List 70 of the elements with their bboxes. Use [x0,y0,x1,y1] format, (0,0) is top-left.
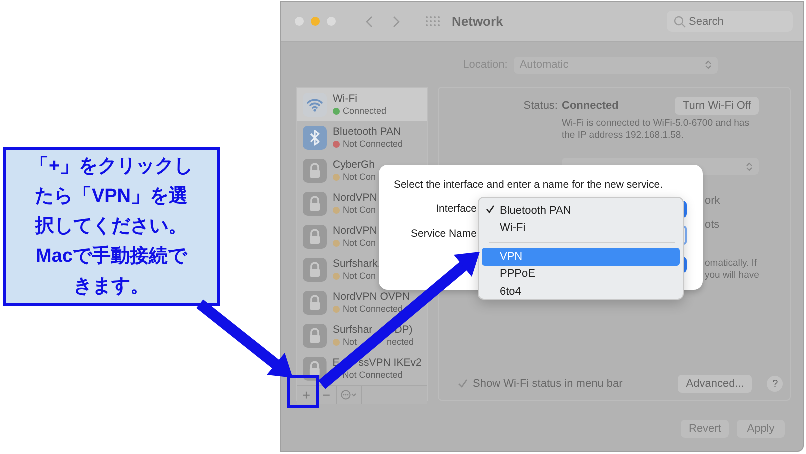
advanced-button[interactable]: Advanced... [678,375,752,393]
status-text: Not Connected [343,139,404,149]
lock-icon [303,324,327,348]
sidebar-item[interactable]: Surfshark. Not Con [297,253,427,286]
status-description: Wi-Fi is connected to WiFi-5.0-6700 and has [562,118,750,130]
status-value: Connected [562,100,619,112]
status-description: the IP address 192.168.1.58. [562,130,685,142]
service-name: Bluetooth PAN [333,126,402,138]
revert-button[interactable]: Revert [681,420,729,438]
partial-text: omatically. If [705,258,758,270]
service-name: NordVPN OVPN [333,291,410,303]
service-name-label: Service Name [411,228,477,240]
service-name: Wi-Fi [333,93,358,105]
back-icon[interactable] [366,16,373,28]
sidebar-item[interactable]: Bluetooth PAN Not Connected [297,121,427,154]
sidebar-item[interactable]: NordVPN OVPN Not Connected [297,286,427,319]
lock-icon [303,192,327,216]
partial-text: ots [705,219,721,231]
interface-label: Interface [436,203,477,215]
stepper-icon [746,162,754,172]
remove-button[interactable]: − [317,386,337,404]
highlight-frame [288,376,320,408]
service-name: Surfshark. [333,258,381,270]
dialog-message: Select the interface and enter a name for the new service. [394,179,664,191]
lock-icon [303,158,327,182]
wifi-icon [303,92,327,116]
zoom-button[interactable] [327,17,336,26]
stepper-icon [704,60,712,70]
service-name: CyberGh [333,159,376,171]
search-field[interactable]: Search [667,11,793,32]
menu-item[interactable]: VPN [482,248,680,266]
lock-icon [303,290,327,314]
partial-text: ork [705,195,722,207]
bluetooth-icon [303,126,327,150]
lock-icon [303,258,327,282]
forward-icon[interactable] [393,16,400,28]
status-label: Status: [522,100,558,112]
grid-icon[interactable] [426,16,440,27]
window-title: Network [452,14,504,29]
service-name: NordVPN [333,225,378,237]
sidebar-item[interactable]: Wi-Fi Connected [297,88,427,121]
callout-text: 「+」をクリックし たら「VPN」を選 択してください。 Macで手動接続で きます。 [30,154,194,298]
service-name: ssVPN IKEv2 [358,357,422,369]
menu-item[interactable]: Bluetooth PAN [482,202,680,220]
minimize-button[interactable] [311,17,320,26]
help-button[interactable]: ? [767,376,784,392]
search-icon [674,16,686,28]
service-name: Surfshar [333,324,373,336]
checkbox-label: Show Wi-Fi status in menu bar [473,378,623,390]
checkmark-icon [486,204,495,214]
status-text: Not Con [343,238,376,248]
status-text: Connected [343,106,387,116]
apply-button[interactable]: Apply [737,420,785,438]
status-text: nected [387,337,414,347]
lock-icon [303,224,327,248]
menu-item[interactable]: PPPoE [482,266,680,283]
turn-off-button[interactable]: Turn Wi-Fi Off [674,97,760,115]
menu-item[interactable]: Wi-Fi [482,220,680,237]
status-text: Not [343,337,358,347]
more-icon [341,390,357,400]
add-button[interactable]: + [297,386,317,404]
close-button[interactable] [295,17,304,26]
status-text: Not Connected [343,304,404,314]
menu-item[interactable]: 6to4 [482,283,680,300]
partial-text: you will have [705,270,760,282]
checkbox[interactable] [458,379,468,389]
status-text: Not Con [343,271,376,281]
status-text: Not Con [343,205,376,215]
service-name: NordVPN [333,192,378,204]
status-text: Not Con [343,172,376,182]
